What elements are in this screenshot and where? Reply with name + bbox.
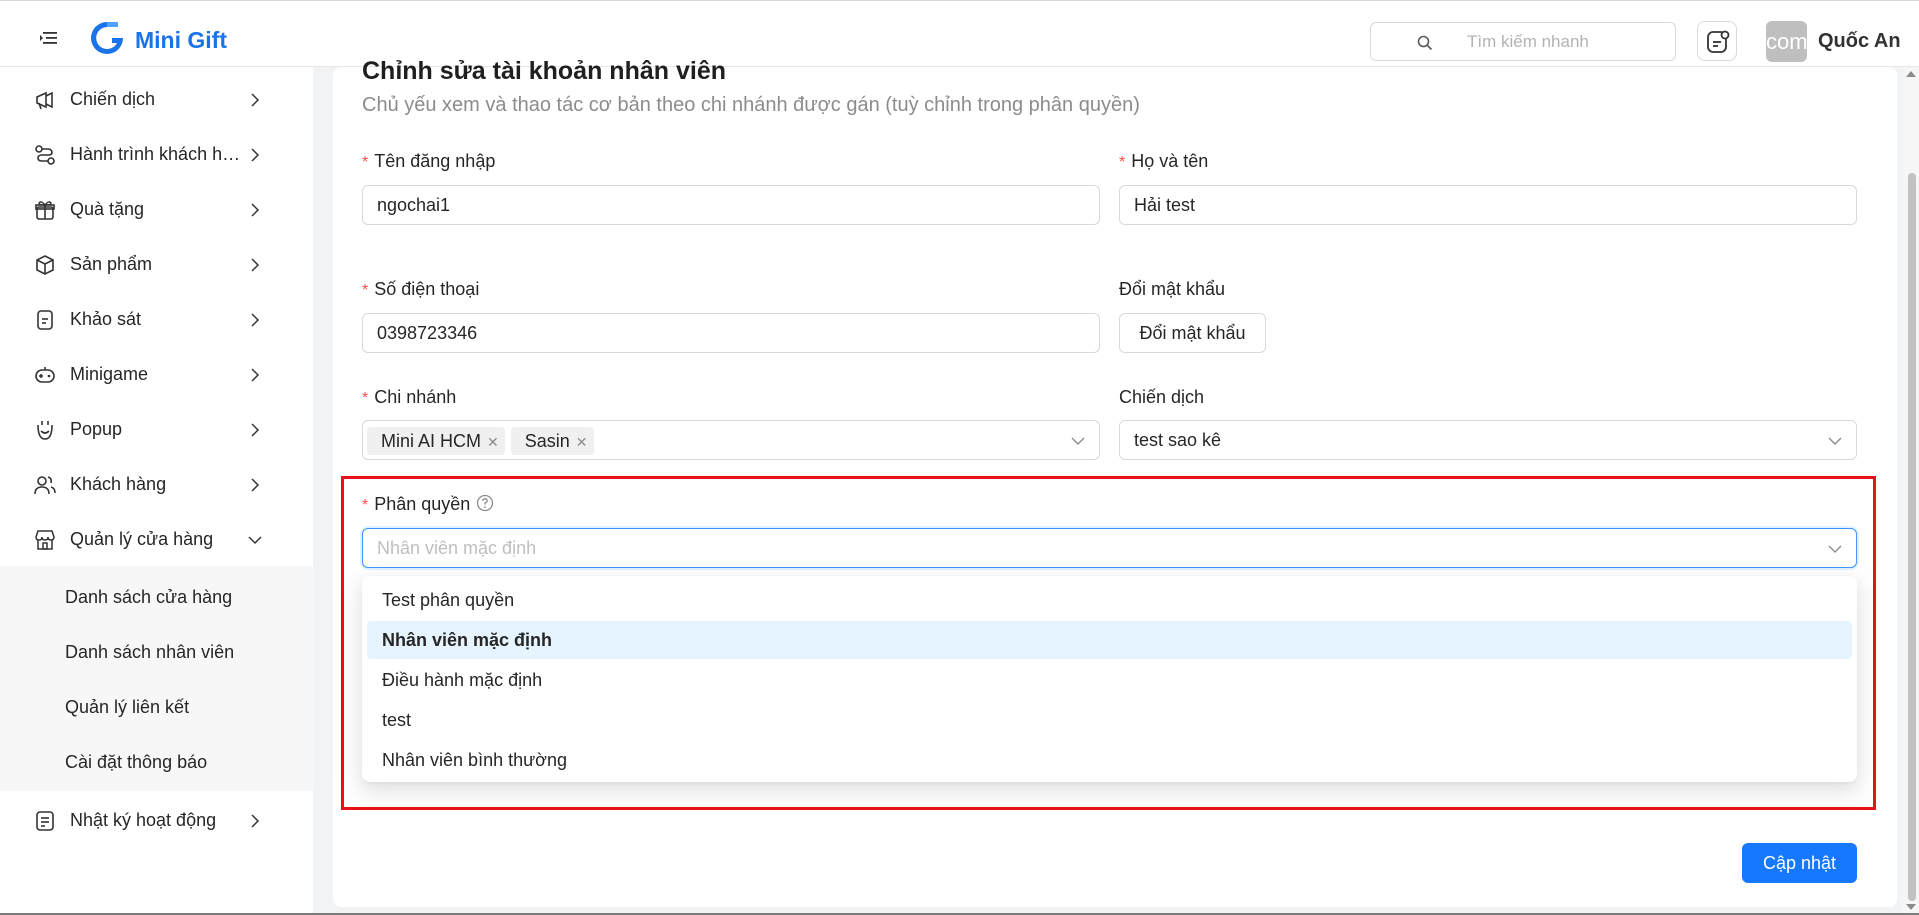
- password-label: Đổi mật khẩu: [1119, 279, 1226, 299]
- sidebar-item-label: Quản lý cửa hàng: [70, 529, 214, 549]
- gamepad-icon: [35, 366, 55, 383]
- chevron-down-icon: [1071, 437, 1085, 445]
- sidebar-item-customer-journey[interactable]: Hành trình khách hàng: [0, 127, 313, 182]
- change-password-button[interactable]: Đổi mật khẩu: [1119, 313, 1266, 353]
- megaphone-icon: [36, 91, 53, 109]
- chevron-right-icon: [251, 312, 260, 327]
- chevron-right-icon: [251, 257, 260, 272]
- dropdown-option[interactable]: Test phân quyền: [367, 581, 1852, 619]
- logo-icon[interactable]: [88, 19, 126, 57]
- sidebar-item-campaigns[interactable]: Chiến dịch: [0, 72, 313, 127]
- update-button[interactable]: Cập nhật: [1742, 843, 1857, 883]
- fullname-field[interactable]: Hải test: [1119, 185, 1857, 225]
- sidebar-item-label: Hành trình khách hàng: [70, 144, 242, 164]
- sidebar-item-label: Popup: [70, 419, 123, 439]
- campaign-select[interactable]: test sao kê: [1119, 420, 1857, 460]
- sidebar-item-label: Chiến dịch: [70, 89, 156, 109]
- sidebar-item-customers[interactable]: Khách hàng: [0, 457, 313, 512]
- sidebar-item-label: Sản phẩm: [70, 254, 153, 274]
- username-field[interactable]: ngochai1: [362, 185, 1100, 225]
- permission-placeholder: Nhân viên mặc định: [377, 538, 537, 558]
- sidebar: Chiến dịch Hành trình khách hàng Quà tặn…: [0, 67, 313, 915]
- required-mark: *: [1119, 154, 1126, 171]
- message-icon: [1707, 30, 1730, 53]
- branch-select[interactable]: Mini AI HCM ✕ Sasin ✕: [362, 420, 1100, 460]
- help-icon[interactable]: [476, 494, 494, 512]
- submenu-item-link-management[interactable]: Quản lý liên kết: [65, 697, 189, 718]
- chevron-down-icon: [248, 535, 262, 544]
- scrollbar-thumb[interactable]: [1908, 173, 1916, 901]
- quick-search[interactable]: [1370, 22, 1676, 61]
- top-header: Mini Gift com Quốc An: [0, 0, 1919, 67]
- log-icon: [36, 810, 54, 831]
- gift-icon: [35, 200, 55, 220]
- box-icon: [36, 254, 54, 275]
- campaign-value: test sao kê: [1134, 430, 1222, 450]
- popup-icon: [37, 420, 53, 440]
- route-icon: [35, 144, 55, 165]
- chevron-right-icon: [251, 92, 260, 107]
- permission-dropdown: Test phân quyền Nhân viên mặc định Điều …: [362, 576, 1857, 782]
- chevron-right-icon: [251, 422, 260, 437]
- submenu-item-notification-settings[interactable]: Cài đặt thông báo: [65, 752, 207, 773]
- branch-label: * Chi nhánh: [362, 387, 457, 407]
- users-icon: [34, 475, 56, 494]
- sidebar-item-activity-log[interactable]: Nhật ký hoạt động: [0, 793, 313, 848]
- submenu-item-staff-list[interactable]: Danh sách nhân viên: [65, 642, 234, 663]
- sidebar-item-label: Quà tặng: [70, 199, 145, 219]
- chevron-right-icon: [251, 813, 260, 828]
- sidebar-item-popup[interactable]: Popup: [0, 402, 313, 457]
- required-mark: *: [362, 497, 369, 514]
- chevron-right-icon: [251, 477, 260, 492]
- dropdown-option[interactable]: test: [367, 701, 1852, 739]
- search-icon: [1417, 35, 1433, 51]
- branch-tag: Mini AI HCM ✕: [367, 427, 505, 456]
- sidebar-item-gifts[interactable]: Quà tặng: [0, 182, 313, 237]
- page-title: Chỉnh sửa tài khoản nhân viên: [362, 57, 726, 85]
- avatar[interactable]: com: [1766, 21, 1807, 62]
- required-mark: *: [362, 282, 369, 299]
- campaign-label: Chiến dịch: [1119, 387, 1205, 407]
- sidebar-item-surveys[interactable]: Khảo sát: [0, 292, 313, 347]
- required-mark: *: [362, 390, 369, 407]
- user-name[interactable]: Quốc An: [1818, 30, 1901, 53]
- close-icon[interactable]: ✕: [487, 434, 499, 450]
- sidebar-item-label: Khảo sát: [70, 309, 142, 329]
- branch-tag: Sasin ✕: [510, 427, 594, 456]
- sidebar-item-label: Minigame: [70, 364, 149, 384]
- store-icon: [35, 529, 55, 550]
- fullname-label: * Họ và tên: [1119, 151, 1209, 171]
- sidebar-item-label: Nhật ký hoạt động: [70, 810, 217, 830]
- logo-text[interactable]: Mini Gift: [135, 27, 227, 54]
- dropdown-option[interactable]: Điều hành mặc định: [367, 661, 1852, 699]
- chevron-down-icon: [1828, 437, 1842, 445]
- sidebar-item-minigame[interactable]: Minigame: [0, 347, 313, 402]
- chevron-right-icon: [251, 147, 260, 162]
- sidebar-item-store-management[interactable]: Quản lý cửa hàng: [0, 512, 313, 567]
- dropdown-option[interactable]: Nhân viên bình thường: [367, 741, 1852, 779]
- scroll-down-icon[interactable]: [1906, 903, 1916, 911]
- close-icon[interactable]: ✕: [576, 434, 588, 450]
- scroll-up-icon[interactable]: [1906, 70, 1916, 78]
- chevron-right-icon: [251, 202, 260, 217]
- sidebar-item-products[interactable]: Sản phẩm: [0, 237, 313, 292]
- username-label: * Tên đăng nhập: [362, 151, 496, 171]
- phone-label: * Số điện thoại: [362, 279, 480, 299]
- page-subtitle: Chủ yếu xem và thao tác cơ bản theo chi …: [362, 94, 1140, 116]
- search-input[interactable]: [1467, 31, 1667, 53]
- menu-toggle-icon[interactable]: [40, 31, 58, 45]
- permission-label: * Phân quyền: [362, 494, 494, 515]
- chevron-right-icon: [251, 367, 260, 382]
- required-mark: *: [362, 154, 369, 171]
- phone-field[interactable]: 0398723346: [362, 313, 1100, 353]
- sidebar-item-label: Khách hàng: [70, 474, 167, 494]
- chevron-down-icon: [1828, 545, 1842, 553]
- submenu-item-store-list[interactable]: Danh sách cửa hàng: [65, 587, 232, 608]
- notification-button[interactable]: [1697, 21, 1737, 61]
- dropdown-option-active[interactable]: Nhân viên mặc định: [367, 621, 1852, 659]
- permission-select[interactable]: Nhân viên mặc định: [362, 528, 1857, 568]
- survey-icon: [37, 309, 53, 330]
